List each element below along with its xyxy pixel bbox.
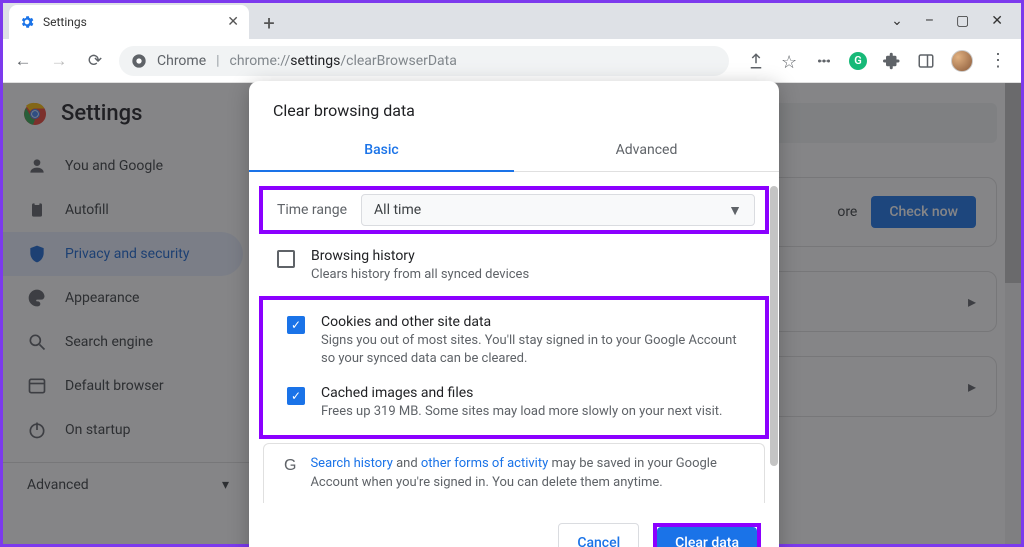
address-url: chrome://settings/clearBrowserData (230, 53, 457, 69)
sidepanel-icon[interactable] (917, 52, 935, 70)
tab-title: Settings (43, 15, 87, 29)
close-icon[interactable]: ✕ (227, 14, 239, 30)
chevron-down-icon[interactable]: ⌄ (891, 13, 903, 29)
google-g-icon: G (284, 454, 296, 493)
clear-browsing-data-dialog: Clear browsing data Basic Advanced Time … (249, 81, 779, 547)
clear-data-button[interactable]: Clear data (657, 527, 757, 547)
dialog-scrollbar[interactable] (770, 186, 778, 466)
option-title: Cookies and other site data (321, 314, 741, 330)
time-range-value: All time (374, 202, 421, 218)
option-cached[interactable]: ✓ Cached images and files Frees up 319 M… (263, 377, 765, 429)
time-range-select[interactable]: All time ▼ (361, 194, 755, 226)
window-tab-strip: Settings ✕ + ⌄ – ▢ ✕ (3, 3, 1021, 39)
caret-down-icon: ▼ (728, 202, 742, 219)
highlighted-options: ✓ Cookies and other site data Signs you … (259, 296, 769, 439)
option-subtitle: Clears history from all synced devices (311, 266, 529, 284)
checkbox[interactable] (277, 250, 295, 268)
maximize-button[interactable]: ▢ (956, 13, 969, 29)
dialog-title: Clear browsing data (249, 81, 779, 132)
highlighted-clear: Clear data (653, 523, 761, 547)
option-cookies[interactable]: ✓ Cookies and other site data Signs you … (263, 306, 765, 376)
gear-icon (19, 14, 35, 30)
time-range-row: Time range All time ▼ (259, 186, 769, 234)
tab-advanced[interactable]: Advanced (514, 132, 779, 172)
address-scheme: Chrome (157, 53, 206, 69)
option-browsing-history[interactable]: Browsing history Clears history from all… (253, 240, 775, 292)
menu-icon[interactable]: ⋮ (989, 50, 1007, 71)
info-google-account: G Search history and other forms of acti… (263, 443, 765, 503)
tab-basic[interactable]: Basic (249, 132, 514, 172)
chrome-icon (131, 53, 147, 69)
star-icon[interactable]: ☆ (781, 52, 799, 70)
back-button[interactable]: ← (11, 51, 35, 71)
checkbox[interactable]: ✓ (287, 387, 305, 405)
extensions-icon[interactable] (883, 52, 901, 70)
checkbox[interactable]: ✓ (287, 316, 305, 334)
browser-tab[interactable]: Settings ✕ (9, 5, 249, 39)
address-sep: | (216, 53, 219, 69)
link-search-history[interactable]: Search history (310, 456, 392, 471)
address-bar[interactable]: Chrome | chrome://settings/clearBrowserD… (119, 46, 729, 76)
dots-icon[interactable] (815, 52, 833, 70)
option-title: Browsing history (311, 248, 529, 264)
toolbar: ← → ⟳ Chrome | chrome://settings/clearBr… (3, 39, 1021, 83)
grammarly-icon[interactable]: G (849, 52, 867, 70)
minimize-button[interactable]: – (925, 13, 934, 29)
new-tab-button[interactable]: + (255, 9, 283, 37)
option-subtitle: Frees up 319 MB. Some sites may load mor… (321, 403, 722, 421)
share-icon[interactable] (747, 52, 765, 70)
close-window-button[interactable]: ✕ (991, 13, 1003, 29)
toolbar-icons: ☆ G ⋮ (741, 50, 1013, 72)
time-range-label: Time range (263, 202, 361, 218)
cancel-button[interactable]: Cancel (558, 523, 639, 547)
option-title: Cached images and files (321, 385, 722, 401)
reload-button[interactable]: ⟳ (83, 51, 107, 71)
avatar[interactable] (951, 50, 973, 72)
option-subtitle: Signs you out of most sites. You'll stay… (321, 332, 741, 368)
link-other-activity[interactable]: other forms of activity (421, 456, 548, 471)
window-controls: ⌄ – ▢ ✕ (891, 3, 1017, 39)
forward-button[interactable]: → (47, 51, 71, 71)
